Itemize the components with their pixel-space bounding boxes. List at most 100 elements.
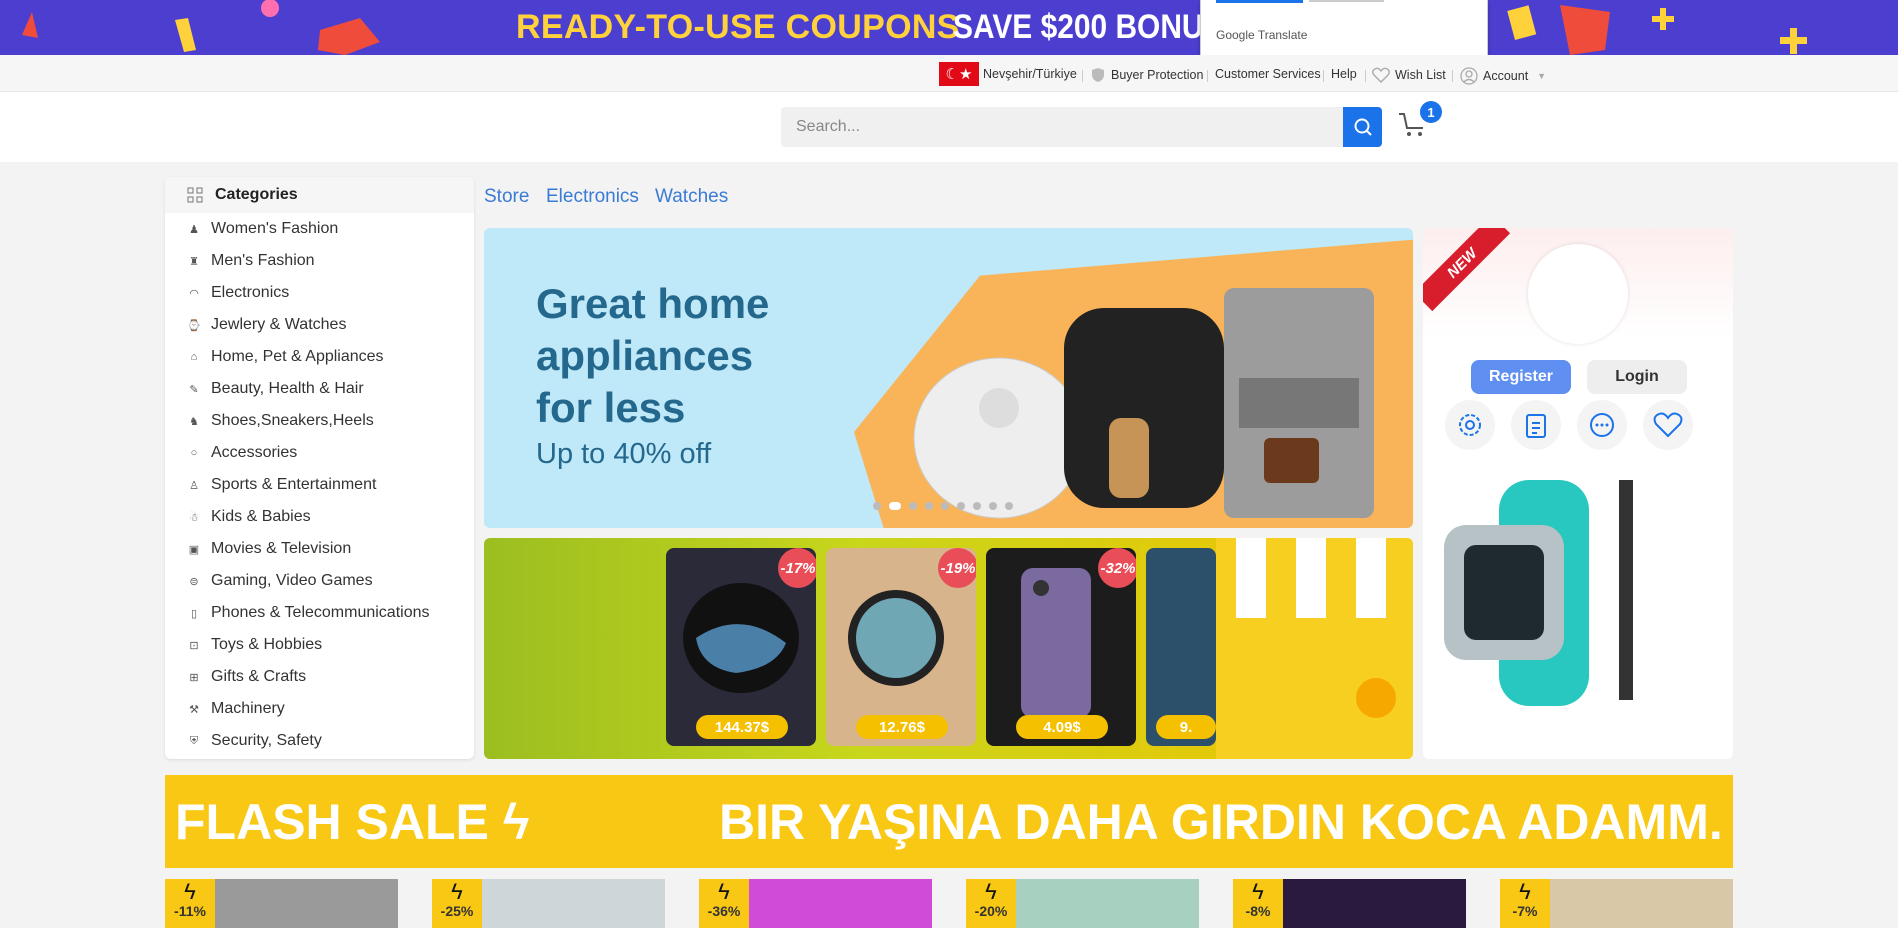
category-item[interactable]: ▣ Movies & Television <box>165 533 474 565</box>
breadcrumb-watches[interactable]: Watches <box>655 186 728 208</box>
carousel-dot[interactable] <box>909 502 917 510</box>
category-item[interactable]: ✎ Beauty, Health & Hair <box>165 373 474 405</box>
breadcrumb-electronics[interactable]: Electronics <box>546 186 639 208</box>
carousel-dot-active[interactable] <box>889 502 901 510</box>
discount-badge: -32% <box>1098 548 1136 588</box>
category-label: Men's Fashion <box>211 252 315 269</box>
chevron-down-icon: ▼ <box>1537 71 1547 81</box>
search-button[interactable] <box>1343 107 1382 147</box>
search-input[interactable] <box>781 107 1344 147</box>
category-item[interactable]: ⊜ Gaming, Video Games <box>165 565 474 597</box>
deals-strip: -17% 144.37$ -19% 12.76$ -32% 4.09$ 9. <box>484 538 1413 759</box>
category-item[interactable]: ⚒ Machinery <box>165 693 474 725</box>
clipboard-icon <box>1526 414 1546 438</box>
category-item[interactable]: ▯ Phones & Telecommunications <box>165 597 474 629</box>
flash-product-card[interactable]: ϟ -25% <box>432 879 665 928</box>
heart-icon <box>1372 67 1390 83</box>
flash-sale-banner[interactable]: FLASH SALE ϟ BIR YAŞINA DAHA GIRDIN KOCA… <box>165 775 1733 868</box>
buyer-protection-label: Buyer Protection <box>1111 68 1204 82</box>
lightning-icon: ϟ <box>1519 879 1531 904</box>
promo-banner[interactable]: READY-TO-USE COUPONS SAVE $200 BONUS C <box>0 0 1898 55</box>
category-item[interactable]: ○ Accessories <box>165 437 474 469</box>
flash-product-card[interactable]: ϟ -7% <box>1500 879 1733 928</box>
header: 1 <box>0 92 1898 162</box>
account-menu[interactable]: Account ▼ <box>1460 67 1546 85</box>
category-item[interactable]: ♟ Women's Fashion <box>165 213 474 245</box>
register-button[interactable]: Register <box>1471 360 1571 394</box>
category-item[interactable]: ♙ Sports & Entertainment <box>165 469 474 501</box>
carousel-dot[interactable] <box>1005 502 1013 510</box>
deal-card[interactable]: -17% 144.37$ <box>666 548 816 746</box>
buyer-protection-link[interactable]: Buyer Protection <box>1090 67 1203 83</box>
login-button[interactable]: Login <box>1587 360 1687 394</box>
category-label: Home, Pet & Appliances <box>211 348 384 365</box>
settings-button[interactable] <box>1445 400 1495 450</box>
breadcrumb-store[interactable]: Store <box>484 186 529 208</box>
ring-icon: ○ <box>190 447 198 459</box>
turkey-flag-icon: ☾★ <box>939 62 979 86</box>
carousel-dot[interactable] <box>873 502 881 510</box>
watch-product-image[interactable] <box>1439 480 1639 706</box>
category-item[interactable]: ⛨ Security, Safety <box>165 725 474 757</box>
flash-product-card[interactable]: ϟ -8% <box>1233 879 1466 928</box>
orders-button[interactable] <box>1511 400 1561 450</box>
carousel-dot[interactable] <box>973 502 981 510</box>
category-item[interactable]: ♞ Shoes,Sneakers,Heels <box>165 405 474 437</box>
wishlist-link[interactable]: Wish List <box>1372 67 1446 83</box>
account-label: Account <box>1483 69 1529 83</box>
divider <box>1082 70 1083 82</box>
user-icon <box>1460 67 1478 85</box>
category-item[interactable]: ⌚ Jewlery & Watches <box>165 309 474 341</box>
customer-services-link[interactable]: Customer Services <box>1215 67 1321 81</box>
categories-panel: Categories ♟ Women's Fashion ♜ Men's Fashi… <box>165 177 474 759</box>
flash-discount: -25% <box>440 903 474 919</box>
wishlist-button[interactable] <box>1643 400 1693 450</box>
flash-product-card[interactable]: ϟ -11% <box>165 879 398 928</box>
categories-title: Categories <box>215 186 298 203</box>
hero-line: Great home <box>536 280 770 327</box>
dress-icon: ♟ <box>189 223 199 236</box>
deal-price: 9. <box>1156 715 1216 739</box>
chat-icon <box>1590 413 1614 437</box>
category-label: Security, Safety <box>211 732 322 749</box>
categories-header[interactable]: Categories <box>165 177 474 213</box>
carousel-dot[interactable] <box>957 502 965 510</box>
lightning-icon: ϟ <box>502 794 530 850</box>
carousel-dots[interactable] <box>873 502 1013 510</box>
flash-product-card[interactable]: ϟ -36% <box>699 879 932 928</box>
hero-line: appliances <box>536 332 754 379</box>
category-label: Gifts & Crafts <box>211 668 307 685</box>
flash-product-card[interactable]: ϟ -20% <box>966 879 1199 928</box>
translate-tab-active[interactable] <box>1216 0 1303 3</box>
flash-sale-title: FLASH SALE ϟ <box>175 793 529 851</box>
carousel-dot[interactable] <box>925 502 933 510</box>
user-panel: NEW Register Login <box>1423 228 1733 759</box>
category-label: Jewlery & Watches <box>211 316 347 333</box>
translate-tab[interactable] <box>1309 0 1384 2</box>
discount-badge: -19% <box>938 548 976 588</box>
category-item[interactable]: ♜ Men's Fashion <box>165 245 474 277</box>
shoe-icon: ♞ <box>189 415 199 428</box>
carousel-dot[interactable] <box>941 502 949 510</box>
google-translate-popup[interactable]: Google Translate <box>1200 0 1488 59</box>
flash-badge: ϟ -8% <box>1233 879 1283 928</box>
location-link[interactable]: Nevşehir/Türkiye <box>983 67 1077 81</box>
divider <box>1452 70 1453 82</box>
deal-card[interactable]: -19% 12.76$ <box>826 548 976 746</box>
deal-card[interactable]: 9. <box>1146 548 1216 746</box>
category-item[interactable]: ⊡ Toys & Hobbies <box>165 629 474 661</box>
help-link[interactable]: Help <box>1331 67 1357 81</box>
flash-discount: -20% <box>974 903 1008 919</box>
category-item[interactable]: ◠ Electronics <box>165 277 474 309</box>
divider <box>1207 70 1208 82</box>
category-item[interactable]: ⊞ Gifts & Crafts <box>165 661 474 693</box>
category-item[interactable]: ☃ Kids & Babies <box>165 501 474 533</box>
deal-card[interactable]: -32% 4.09$ <box>986 548 1136 746</box>
hero-carousel[interactable]: Great home appliances for less Up to 40%… <box>484 228 1413 528</box>
shirt-icon: ♜ <box>189 255 199 268</box>
category-item[interactable]: ⌂ Home, Pet & Appliances <box>165 341 474 373</box>
avatar <box>1528 244 1628 344</box>
messages-button[interactable] <box>1577 400 1627 450</box>
flash-sale-message: BIR YAŞINA DAHA GIRDIN KOCA ADAMM. <box>719 794 1723 850</box>
carousel-dot[interactable] <box>989 502 997 510</box>
